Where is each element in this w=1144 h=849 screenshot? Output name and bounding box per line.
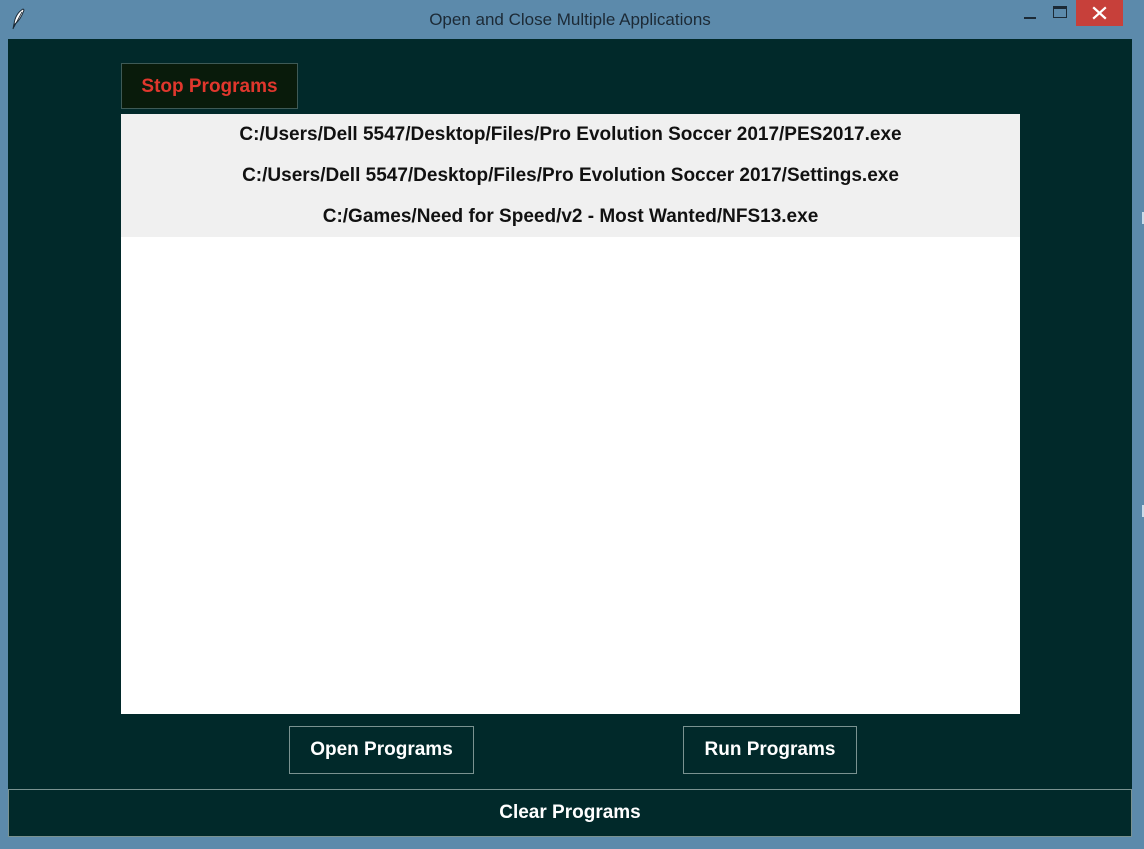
minimize-icon <box>1024 17 1036 19</box>
client-area: Stop Programs C:/Users/Dell 5547/Desktop… <box>8 39 1132 837</box>
run-programs-button[interactable]: Run Programs <box>683 726 857 774</box>
program-listbox[interactable]: C:/Users/Dell 5547/Desktop/Files/Pro Evo… <box>121 114 1020 714</box>
clear-programs-button[interactable]: Clear Programs <box>8 789 1132 837</box>
list-item[interactable]: C:/Games/Need for Speed/v2 - Most Wanted… <box>121 196 1020 237</box>
maximize-icon <box>1053 6 1067 18</box>
list-item[interactable]: C:/Users/Dell 5547/Desktop/Files/Pro Evo… <box>121 155 1020 196</box>
close-icon <box>1092 6 1107 20</box>
title-bar[interactable]: Open and Close Multiple Applications <box>0 0 1144 38</box>
stop-programs-button[interactable]: Stop Programs <box>121 63 298 109</box>
window-title: Open and Close Multiple Applications <box>429 10 711 29</box>
minimize-button[interactable] <box>1017 0 1043 26</box>
maximize-button[interactable] <box>1047 0 1073 26</box>
close-button[interactable] <box>1076 0 1123 26</box>
open-programs-button[interactable]: Open Programs <box>289 726 474 774</box>
list-item[interactable]: C:/Users/Dell 5547/Desktop/Files/Pro Evo… <box>121 114 1020 155</box>
app-window: Open and Close Multiple Applications Sto… <box>0 0 1144 849</box>
